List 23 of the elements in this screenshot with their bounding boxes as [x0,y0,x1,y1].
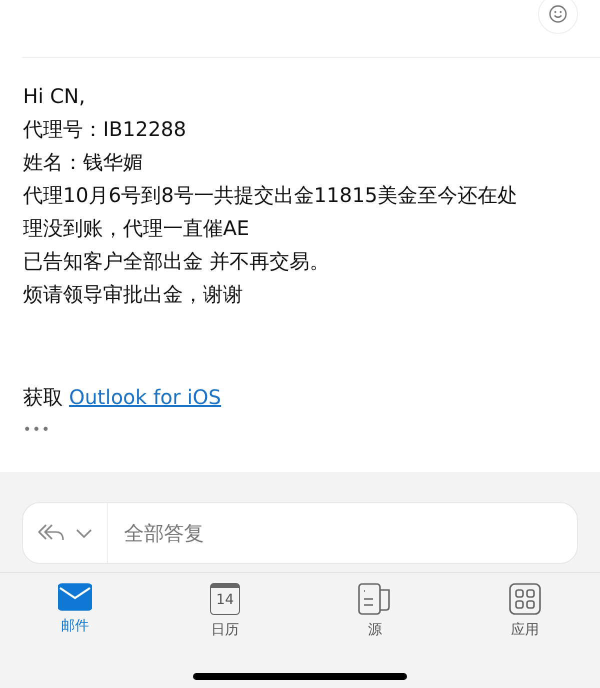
reply-field[interactable]: 全部答复 [22,502,578,564]
message-line: 代理10月6号到8号一共提交出金11815美金至今还在处 [23,182,519,209]
more-dots[interactable]: ••• [23,422,51,438]
envelope-icon [58,583,92,611]
chevron-down-icon[interactable] [75,527,93,539]
tab[interactable]: 源 [300,583,450,639]
document-icon [358,583,392,615]
apps-grid-icon [509,583,541,615]
message-line: 理没到账，代理一直催AE [23,215,250,242]
emoji-button[interactable] [538,0,578,34]
reply-input[interactable]: 全部答复 [108,520,577,546]
message-line: 姓名：钱华媚 [23,149,144,176]
signature-text: 获取 [23,385,63,409]
message-line: Hi CN, [23,83,86,110]
message-line: 代理号：IB12288 [23,116,188,143]
tab[interactable]: 应用 [450,583,600,639]
message-line: 烦请领导审批出金，谢谢 [23,281,244,308]
tab[interactable]: 14 日历 [150,583,300,639]
calendar-icon: 14 [210,583,240,615]
outlook-link[interactable]: Outlook for iOS [69,385,222,409]
tab[interactable]: 邮件 [0,583,150,639]
message-line: 已告知客户全部出金 并不再交易。 [23,248,330,275]
smiley-icon [548,4,568,24]
